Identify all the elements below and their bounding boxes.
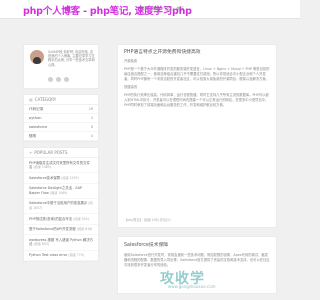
post-paragraph: PHP是一个基于大众开源程序开发的服务端开发语言，Linux + Nginx +… xyxy=(124,67,270,81)
post-excerpt: 开源免费 PHP是一个基于大众开源程序开发的服务端开发语言，Linux + Ng… xyxy=(124,59,270,111)
popular-post-item[interactable]: wordpress 报错 写入错误 Python 解决方法 (阅读 803) xyxy=(24,235,98,251)
category-item[interactable]: 代码记录 26 xyxy=(24,105,98,114)
social-icon[interactable] xyxy=(56,77,61,82)
post-title[interactable]: PHP语言特点之开源免费和快捷高效 xyxy=(124,48,201,55)
site-header: php个人博客 - php笔记, 速度学习php 首页 资源 分类 关于 xyxy=(0,0,300,19)
popular-post-item[interactable]: Salesforce技术保障 (阅读 1239) xyxy=(24,173,98,184)
social-links xyxy=(48,77,69,82)
nav-home[interactable]: 首页 xyxy=(140,6,148,12)
post-paragraph: PHP的执行效率比较高，代码简单，运行也很快捷，同时它支持几乎所有主流的数据库。… xyxy=(124,93,269,107)
post-paragraph: 开源免费 xyxy=(124,59,138,63)
avatar[interactable] xyxy=(30,50,44,64)
nav-about[interactable]: 关于 xyxy=(176,6,184,12)
popular-post-item[interactable]: Python Test class error (阅读 774) xyxy=(24,251,98,262)
watermark-url: www.gongshouxue.com xyxy=(168,284,216,289)
nav-categories[interactable]: 分类 xyxy=(164,6,172,12)
popular-heading: ✦ POPULAR POSTS xyxy=(24,148,98,158)
popular-post-item[interactable]: 基于Salesforce的API开发流程 (阅读 816) xyxy=(24,225,98,236)
popular-posts-card: ✦ POPULAR POSTS PHP读取并生成文件夹里所有文件的文件名 (阅读… xyxy=(23,147,99,263)
folder-icon: ▦ xyxy=(29,97,33,102)
category-item[interactable]: salesforce 8 xyxy=(24,123,98,132)
sidebar: SuStSP段 你好呀, 欢迎光临, 这是我的个人博客, 主要记录学习过程中的点… xyxy=(23,44,99,267)
post-title[interactable]: Salesforce技术保障 xyxy=(124,241,168,248)
profile-card: SuStSP段 你好呀, 欢迎光临, 这是我的个人博客, 主要记录学习过程中的点… xyxy=(23,44,99,89)
post-card: PHP语言特点之开源免费和快捷高效 开源免费 PHP是一个基于大众开源程序开发的… xyxy=(117,44,277,228)
nav-resources[interactable]: 资源 xyxy=(152,6,160,12)
social-icon[interactable] xyxy=(48,77,53,82)
popular-post-item[interactable]: PHP读取并生成文件夹里所有文件的文件名 (阅读 1485) xyxy=(24,158,98,174)
post-meta: 【php笔记】 阅读(106) 评论(0) xyxy=(124,218,171,222)
popular-post-item[interactable]: Salesforce Devlight之灵活 - SAP Bapier Flow… xyxy=(24,184,98,199)
category-heading: ▦ CATEGORY xyxy=(24,95,98,105)
profile-bio: SuStSP段 你好呀, 欢迎光临, 这是我的个人博客, 主要记录学习过程中的点… xyxy=(48,50,95,67)
popular-post-item[interactable]: PHP测试类(查询)的复合写法 (阅读 924) xyxy=(24,214,98,225)
category-item[interactable]: 随笔 4 xyxy=(24,132,98,141)
main-content: PHP语言特点之开源免费和快捷高效 开源免费 PHP是一个基于大众开源程序开发的… xyxy=(117,44,277,300)
social-icon[interactable] xyxy=(64,77,69,82)
fire-icon: ✦ xyxy=(29,150,33,155)
category-item[interactable]: python 3 xyxy=(24,114,98,123)
post-paragraph: 使用Salesforce进行开发时，常常会遇到一些技术问题，例如权限的设置、Ap… xyxy=(124,253,270,267)
category-card: ▦ CATEGORY 代码记录 26 python 3 salesforce 8… xyxy=(23,94,99,142)
post-paragraph: 快捷高效 xyxy=(124,85,138,89)
popular-post-item[interactable]: Salesforce中基于当前用户的信息展示 (阅读 1007) xyxy=(24,199,98,215)
main-nav: 首页 资源 分类 关于 xyxy=(140,6,184,12)
